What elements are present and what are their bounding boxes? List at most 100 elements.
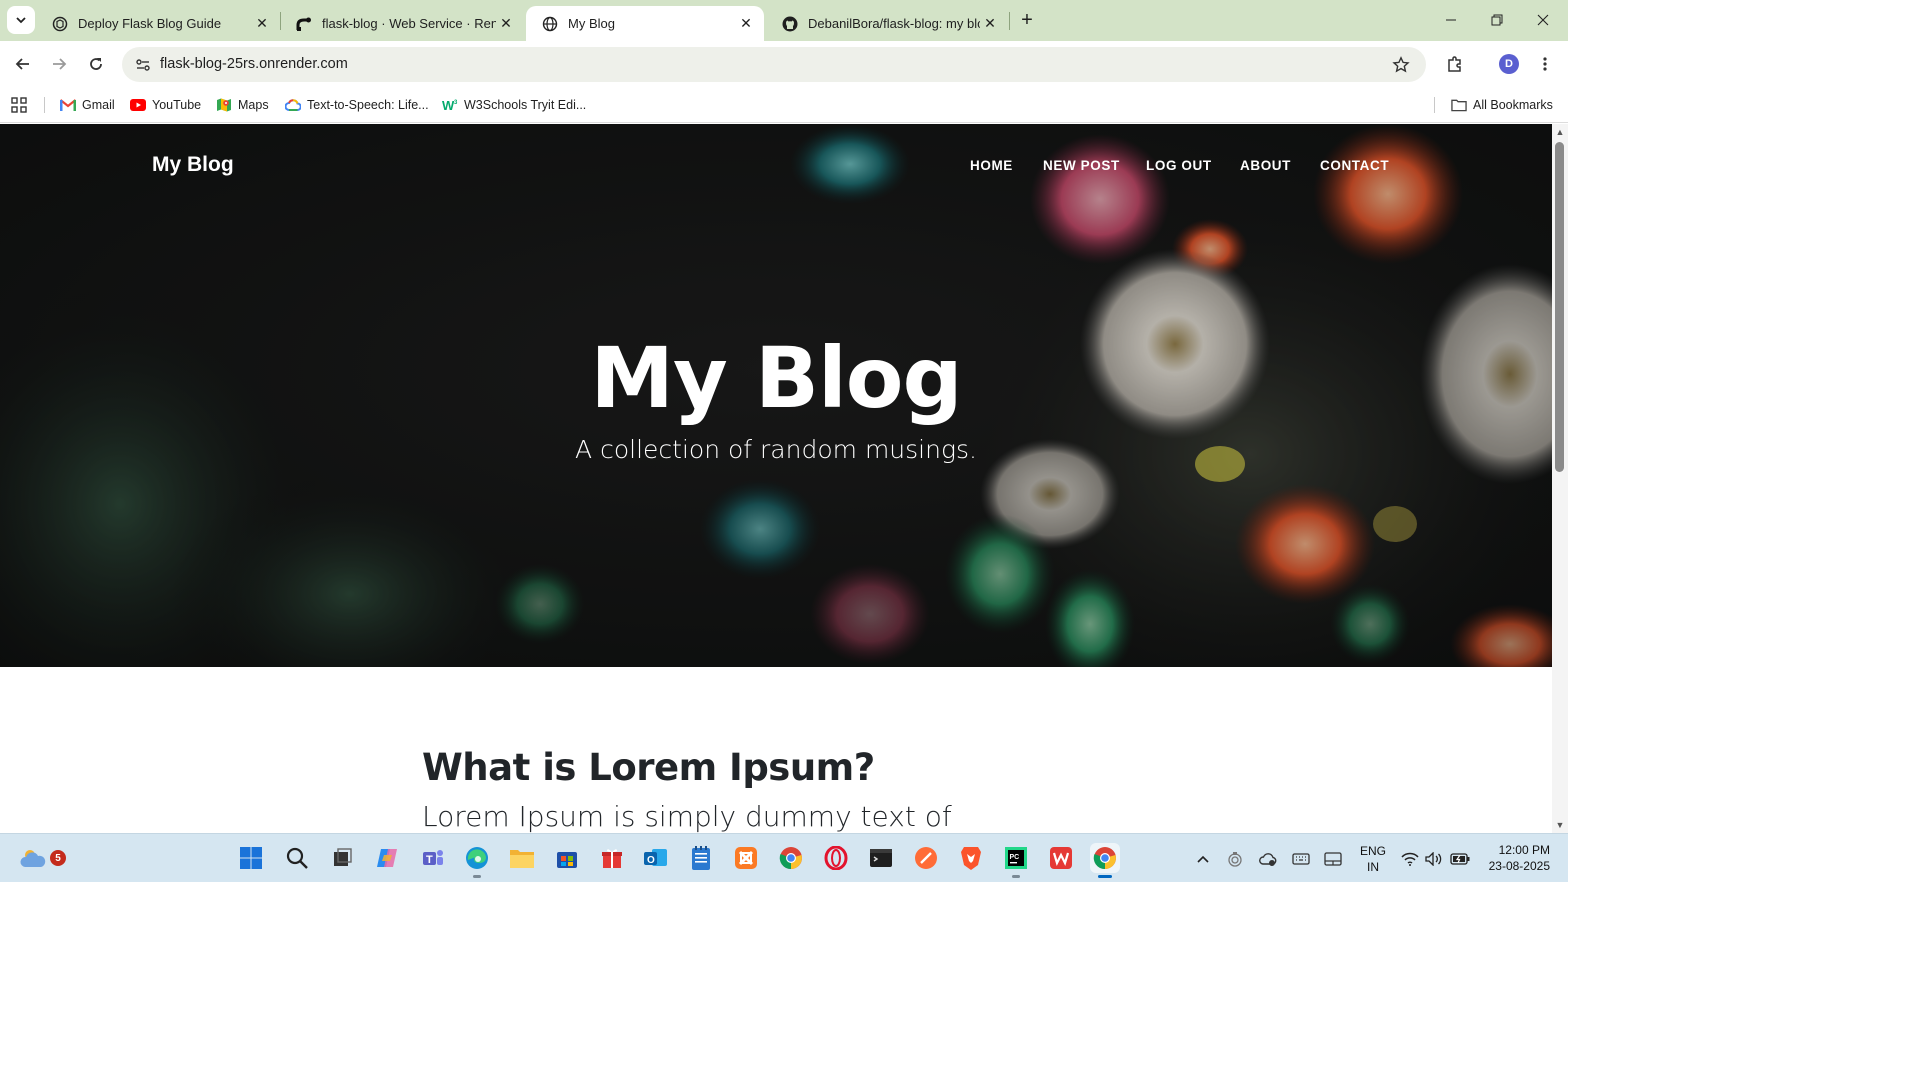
profile-avatar[interactable]: D (1499, 54, 1519, 74)
onedrive-tray[interactable] (1257, 848, 1279, 870)
start-button[interactable] (236, 843, 266, 873)
taskbar-search-button[interactable] (282, 843, 312, 873)
terminal-app[interactable] (866, 843, 896, 873)
close-icon[interactable]: ✕ (980, 14, 1000, 34)
wps-app[interactable] (1046, 843, 1076, 873)
bookmark-star-icon[interactable] (1390, 54, 1412, 76)
bookmark-w3schools[interactable]: W3 W3Schools Tryit Edi... (442, 94, 586, 116)
apps-button[interactable] (11, 94, 33, 116)
brave-app[interactable] (956, 843, 986, 873)
tab-render[interactable]: flask-blog · Web Service · Render ✕ (280, 6, 524, 41)
folder-icon (1451, 97, 1467, 113)
svg-text:PC: PC (1010, 854, 1020, 861)
running-indicator (1012, 875, 1020, 878)
wifi-tray[interactable] (1399, 848, 1421, 870)
active-indicator (1098, 875, 1112, 878)
show-hidden-icons[interactable] (1192, 848, 1214, 870)
volume-tray[interactable] (1423, 848, 1445, 870)
task-view-button[interactable] (327, 843, 357, 873)
gift-icon (602, 849, 622, 868)
hero-header: My Blog HOME NEW POST LOG OUT ABOUT CONT… (0, 124, 1552, 667)
teams-app[interactable]: T (418, 843, 448, 873)
close-icon[interactable]: ✕ (736, 14, 756, 34)
bookmark-label: W3Schools Tryit Edi... (464, 98, 587, 112)
keyboard-icon (1292, 853, 1310, 865)
bookmark-maps[interactable]: Maps (216, 94, 269, 116)
tab-github[interactable]: DebanilBora/flask-blog: my blog ✕ (766, 6, 1008, 41)
bookmark-text-to-speech[interactable]: Text-to-Speech: Life... (285, 94, 429, 116)
all-bookmarks-button[interactable]: All Bookmarks (1451, 94, 1553, 116)
reload-button[interactable] (81, 49, 111, 79)
bookmark-youtube[interactable]: YouTube (130, 94, 201, 116)
teams-icon: T (423, 850, 443, 866)
notepad-app[interactable] (686, 843, 716, 873)
nav-about[interactable]: ABOUT (1240, 158, 1291, 173)
nav-new-post[interactable]: NEW POST (1043, 158, 1120, 173)
browser-toolbar: flask-blog-25rs.onrender.com D (0, 41, 1568, 87)
file-explorer-app[interactable] (507, 843, 537, 873)
chrome-app[interactable] (776, 843, 806, 873)
chrome-app-active[interactable] (1090, 843, 1120, 878)
nav-log-out[interactable]: LOG OUT (1146, 158, 1212, 173)
keyboard-tray[interactable] (1290, 848, 1312, 870)
close-icon[interactable]: ✕ (252, 14, 272, 34)
xampp-app[interactable] (731, 843, 761, 873)
outlook-icon: O (644, 849, 667, 866)
scroll-up-icon[interactable]: ▲ (1555, 127, 1565, 137)
lang-region: IN (1367, 860, 1379, 874)
tab-deploy-flask[interactable]: Deploy Flask Blog Guide ✕ (36, 6, 280, 41)
w3schools-icon: W3 (442, 97, 458, 113)
restore-icon (1491, 14, 1503, 26)
scrollbar-thumb[interactable] (1555, 142, 1564, 472)
back-button[interactable] (8, 49, 38, 79)
tab-title: Deploy Flask Blog Guide (78, 16, 222, 31)
bookmark-gmail[interactable]: Gmail (60, 94, 115, 116)
copilot-app[interactable] (372, 843, 402, 873)
nav-contact[interactable]: CONTACT (1320, 158, 1389, 173)
extensions-button[interactable] (1440, 49, 1470, 79)
apps-grid-icon (11, 97, 27, 113)
tray-app[interactable] (1224, 848, 1246, 870)
reload-icon (90, 58, 102, 70)
site-settings-icon[interactable] (130, 52, 156, 78)
running-indicator (473, 875, 481, 878)
youtube-icon (130, 97, 146, 113)
edge-icon (466, 847, 488, 869)
site-brand[interactable]: My Blog (152, 153, 234, 177)
tab-title: DebanilBora/flask-blog: my blog (808, 16, 980, 31)
tab-title: flask-blog · Web Service · Render (322, 16, 496, 31)
url-text[interactable]: flask-blog-25rs.onrender.com (160, 56, 348, 72)
pycharm-app[interactable]: PC (1001, 843, 1031, 878)
page-scrollbar[interactable]: ▲ ▼ (1552, 124, 1568, 833)
minimize-button[interactable] (1428, 0, 1474, 40)
weather-widget[interactable]: 5 (18, 843, 66, 873)
input-language[interactable]: ENG IN (1360, 843, 1386, 875)
tab-search-button[interactable] (7, 6, 35, 34)
system-clock[interactable]: 12:00 PM 23-08-2025 (1480, 842, 1550, 874)
address-bar[interactable]: flask-blog-25rs.onrender.com (122, 47, 1426, 82)
windows-logo-icon (240, 847, 262, 869)
new-tab-button[interactable]: + (1015, 8, 1039, 32)
post-subtitle[interactable]: Lorem Ipsum is simply dummy text of (422, 800, 952, 833)
menu-button[interactable] (1530, 49, 1560, 79)
postman-app[interactable] (911, 843, 941, 873)
bookmark-label: Maps (238, 98, 269, 112)
restore-button[interactable] (1474, 0, 1520, 40)
battery-tray[interactable] (1449, 848, 1471, 870)
touchpad-tray[interactable] (1322, 848, 1344, 870)
close-window-button[interactable] (1520, 0, 1566, 40)
gift-app[interactable] (597, 843, 627, 873)
edge-app[interactable] (462, 843, 492, 878)
chevron-up-icon (1197, 855, 1209, 863)
opera-app[interactable] (821, 843, 851, 873)
close-icon[interactable]: ✕ (496, 14, 516, 34)
ms-store-app[interactable] (552, 843, 582, 873)
post-title[interactable]: What is Lorem Ipsum? (422, 746, 875, 789)
scroll-down-icon[interactable]: ▼ (1555, 820, 1565, 830)
nav-home[interactable]: HOME (970, 158, 1013, 173)
tab-my-blog[interactable]: My Blog ✕ (526, 6, 764, 41)
weather-cloud-icon (20, 850, 46, 867)
outlook-app[interactable]: O (641, 843, 671, 873)
forward-button[interactable] (44, 49, 74, 79)
app-tray-icon (1228, 852, 1242, 867)
